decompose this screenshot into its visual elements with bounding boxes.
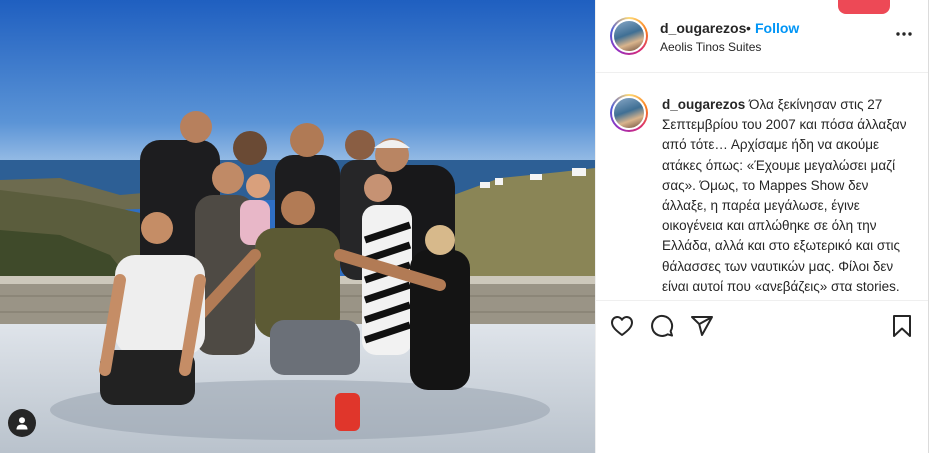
caption-text: Όλα ξεκίνησαν στις 27 Σεπτεμβρίου του 20… [662, 97, 907, 294]
save-button[interactable] [888, 312, 916, 340]
user-tag-icon [16, 417, 28, 430]
avatar-image [612, 19, 646, 53]
caption: d_ougarezos Όλα ξεκίνησαν στις 27 Σεπτεμ… [662, 95, 912, 297]
caption-username-link[interactable]: d_ougarezos [662, 97, 745, 112]
more-options-button[interactable] [894, 24, 914, 44]
bookmark-icon [893, 315, 911, 337]
comment-icon [651, 314, 674, 337]
action-bar [596, 302, 928, 350]
caption-section: d_ougarezos Όλα ξεκίνησαν στις 27 Σεπτεμ… [596, 73, 928, 301]
avatar-image [612, 96, 646, 130]
more-options-icon [896, 32, 912, 36]
group-photo-illustration [0, 0, 595, 453]
post-photo[interactable] [0, 0, 595, 453]
username-link[interactable]: d_ougarezos [660, 20, 746, 36]
avatar[interactable] [610, 17, 648, 55]
heart-icon [611, 316, 633, 336]
caption-avatar[interactable] [610, 94, 648, 132]
share-icon [691, 316, 713, 336]
location-link[interactable]: Aeolis Tinos Suites [660, 40, 761, 54]
like-button[interactable] [608, 312, 636, 340]
post-header: d_ougarezos • Follow Aeolis Tinos Suites [596, 0, 928, 73]
share-button[interactable] [688, 312, 716, 340]
user-tag-button[interactable] [8, 409, 36, 437]
comment-button[interactable] [648, 312, 676, 340]
separator-dot: • [746, 20, 751, 36]
post-sidebar: d_ougarezos • Follow Aeolis Tinos Suites… [595, 0, 929, 453]
follow-button[interactable]: Follow [755, 20, 799, 36]
